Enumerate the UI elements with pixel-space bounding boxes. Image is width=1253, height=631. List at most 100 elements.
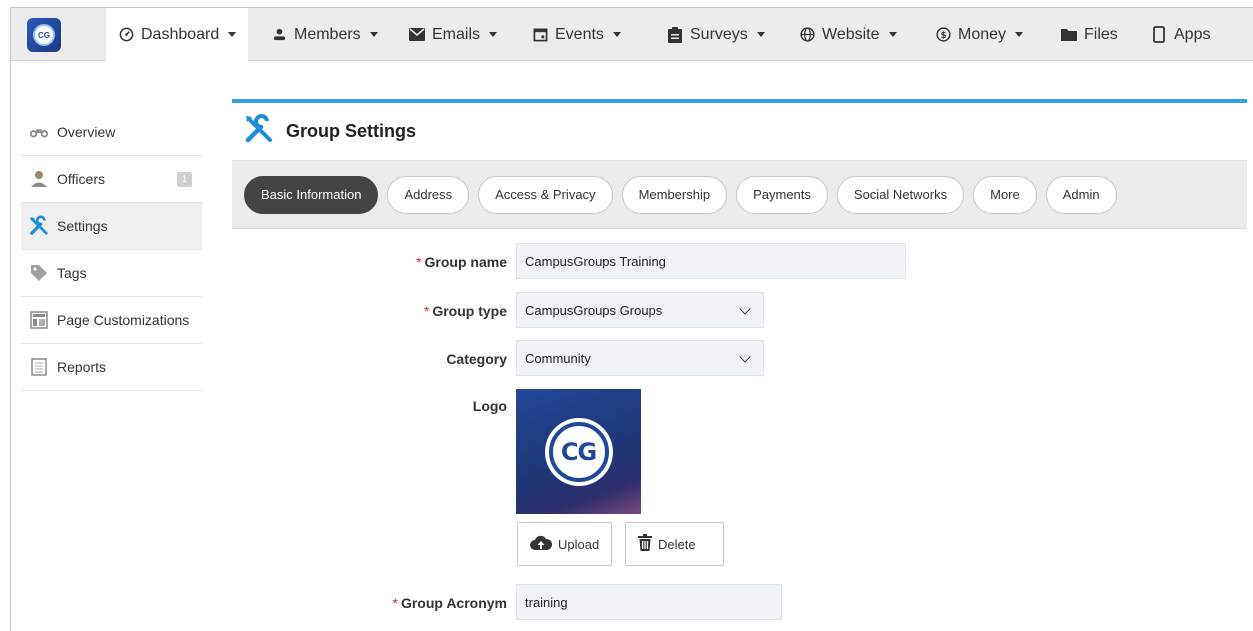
tab-address[interactable]: Address	[387, 175, 470, 214]
nav-website-label: Website	[822, 25, 880, 43]
group-acronym-label: * Group Acronym	[393, 595, 508, 611]
chevron-down-icon	[612, 32, 621, 37]
delete-button[interactable]: Delete	[625, 522, 724, 566]
group-name-label: * Group name	[416, 254, 507, 270]
category-label: Category	[446, 351, 507, 367]
chevron-down-icon	[739, 303, 751, 315]
required-marker: *	[416, 254, 422, 270]
group-acronym-label-text: Group Acronym	[400, 595, 507, 611]
sidebar-item-page-customizations[interactable]: Page Customizations	[21, 297, 202, 344]
user-icon	[271, 27, 287, 43]
panel-header: Group Settings	[232, 103, 1247, 161]
settings-panel: Group Settings Basic Information Address…	[232, 99, 1247, 631]
layout-icon	[29, 310, 49, 330]
logo-label-text: Logo	[472, 398, 507, 414]
required-marker: *	[392, 595, 398, 611]
tab-social-networks[interactable]: Social Networks	[836, 175, 965, 214]
sidebar-item-label: Tags	[57, 265, 87, 281]
officer-icon	[29, 169, 49, 189]
globe-icon	[799, 27, 815, 43]
tab-basic-information[interactable]: Basic Information	[244, 175, 379, 214]
category-select[interactable]: Community	[516, 340, 764, 376]
nav-members[interactable]: Members	[271, 8, 378, 61]
group-acronym-field[interactable]: training	[516, 584, 782, 620]
tab-access-privacy[interactable]: Access & Privacy	[478, 175, 613, 214]
calendar-icon	[532, 27, 548, 43]
app-window: CG Dashboard Members Emails Events Surve…	[10, 7, 1253, 631]
tab-membership[interactable]: Membership	[621, 175, 728, 214]
nav-apps[interactable]: Apps	[1151, 8, 1210, 61]
group-type-label: * Group type	[424, 303, 507, 319]
nav-events[interactable]: Events	[532, 8, 621, 61]
sidebar: Overview Officers 1 Settings Tags Page C…	[21, 109, 202, 391]
officers-count-badge: 1	[177, 172, 192, 187]
sidebar-item-label: Reports	[57, 359, 107, 375]
chevron-down-icon	[369, 32, 378, 37]
svg-text:$: $	[940, 30, 946, 40]
sidebar-item-label: Settings	[57, 218, 108, 234]
chevron-down-icon	[1015, 32, 1024, 37]
nav-dashboard-label: Dashboard	[141, 25, 220, 43]
chevron-down-icon	[888, 32, 897, 37]
tab-admin[interactable]: Admin	[1045, 175, 1117, 214]
settings-tabs: Basic Information Address Access & Priva…	[232, 161, 1247, 229]
group-logo-image: CG	[516, 389, 641, 514]
upload-button[interactable]: Upload	[517, 522, 613, 566]
nav-dashboard[interactable]: Dashboard	[106, 8, 249, 61]
group-type-value: CampusGroups Groups	[525, 302, 663, 318]
category-value: Community	[525, 350, 591, 366]
tools-icon	[29, 215, 49, 236]
app-logo[interactable]: CG	[27, 18, 61, 52]
page-title: Group Settings	[286, 121, 416, 141]
group-acronym-value: training	[525, 594, 568, 610]
sidebar-item-label: Page Customizations	[57, 312, 190, 328]
nav-surveys-label: Surveys	[690, 25, 748, 43]
upload-button-label: Upload	[558, 536, 600, 552]
group-logo-mark: CG	[548, 421, 609, 482]
nav-members-label: Members	[294, 25, 361, 43]
group-type-select[interactable]: CampusGroups Groups	[516, 292, 764, 328]
sidebar-item-label: Officers	[57, 171, 105, 187]
folder-icon	[1061, 27, 1077, 43]
category-label-text: Category	[446, 351, 507, 367]
sidebar-item-label: Overview	[57, 124, 116, 140]
nav-surveys[interactable]: Surveys	[667, 8, 765, 61]
sidebar-item-settings[interactable]: Settings	[21, 203, 202, 250]
chevron-down-icon	[739, 351, 751, 363]
trash-icon	[638, 534, 652, 554]
sidebar-item-tags[interactable]: Tags	[21, 250, 202, 297]
logo-label: Logo	[473, 398, 507, 414]
binoculars-icon	[29, 122, 49, 142]
nav-money-label: Money	[958, 25, 1007, 43]
sidebar-item-overview[interactable]: Overview	[21, 109, 202, 156]
group-name-value: CampusGroups Training	[525, 253, 666, 269]
mobile-icon	[1151, 26, 1167, 43]
sidebar-item-reports[interactable]: Reports	[21, 344, 202, 391]
delete-button-label: Delete	[658, 536, 696, 552]
tag-icon	[29, 263, 49, 283]
chevron-down-icon	[228, 32, 237, 37]
nav-apps-label: Apps	[1174, 25, 1211, 43]
nav-files[interactable]: Files	[1061, 8, 1118, 61]
tools-icon	[244, 114, 274, 149]
nav-files-label: Files	[1084, 25, 1118, 43]
chevron-down-icon	[489, 32, 498, 37]
cloud-upload-icon	[530, 535, 553, 553]
tab-payments[interactable]: Payments	[736, 175, 828, 214]
group-type-label-text: Group type	[432, 303, 507, 319]
group-name-field[interactable]: CampusGroups Training	[516, 243, 906, 279]
nav-website[interactable]: Website	[799, 8, 897, 61]
nav-money[interactable]: $ Money	[935, 8, 1024, 61]
tab-more[interactable]: More	[973, 175, 1037, 214]
report-icon	[29, 357, 49, 377]
envelope-icon	[409, 27, 425, 43]
nav-emails[interactable]: Emails	[409, 8, 498, 61]
sidebar-item-officers[interactable]: Officers 1	[21, 156, 202, 203]
app-logo-text: CG	[33, 24, 55, 46]
dollar-icon: $	[935, 27, 951, 43]
chevron-down-icon	[756, 32, 765, 37]
nav-events-label: Events	[555, 25, 604, 43]
nav-emails-label: Emails	[432, 25, 481, 43]
dashboard-icon	[118, 27, 134, 43]
clipboard-icon	[667, 26, 683, 43]
